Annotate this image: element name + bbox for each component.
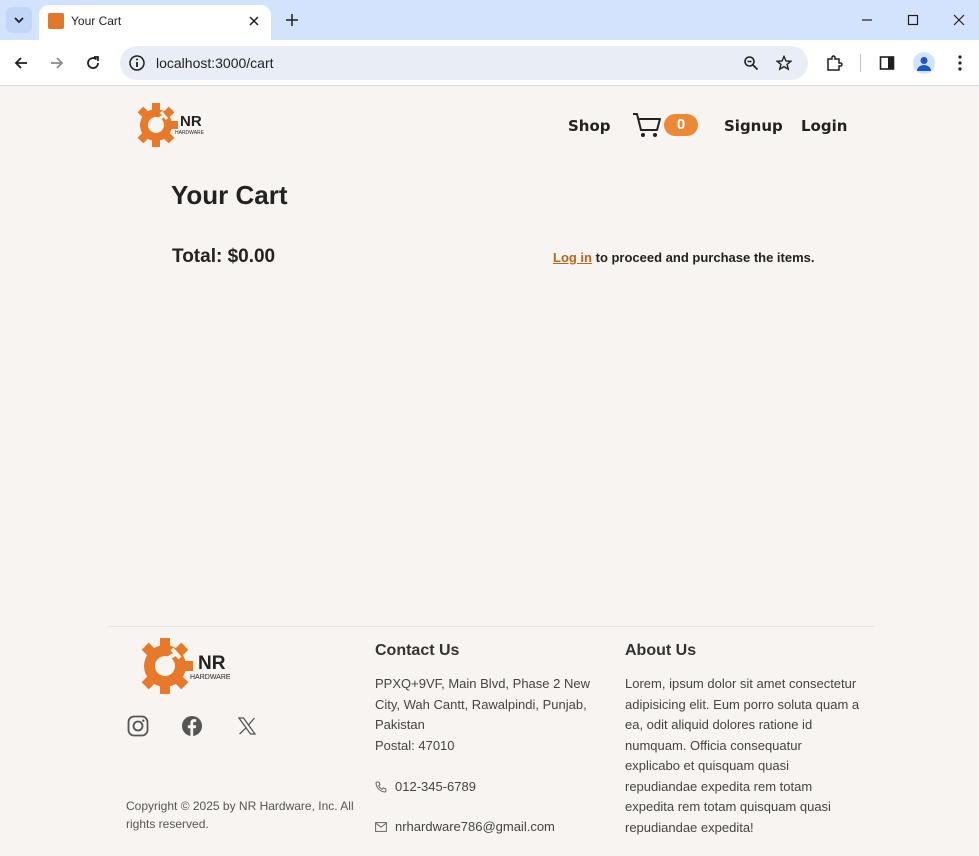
chevron-down-icon: [14, 17, 24, 24]
puzzle-icon: [827, 55, 843, 71]
close-icon: [249, 16, 259, 26]
extensions-button[interactable]: [822, 51, 846, 75]
facebook-icon: [182, 716, 202, 736]
page-title: Your Cart: [171, 180, 288, 210]
profile-avatar[interactable]: [913, 52, 935, 74]
tab-close-button[interactable]: [245, 12, 263, 30]
site-info-icon[interactable]: [128, 54, 146, 72]
forward-button[interactable]: [43, 49, 71, 77]
new-tab-button[interactable]: [280, 8, 304, 32]
about-text: Lorem, ipsum dolor sit amet consectetur …: [625, 676, 860, 835]
login-prompt: Log in to proceed and purchase the items…: [553, 250, 815, 265]
contact-heading: Contact Us: [375, 642, 460, 659]
login-prompt-text: to proceed and purchase the items.: [592, 250, 815, 265]
footer-divider: [108, 626, 875, 627]
url-text: localhost:3000/cart: [156, 55, 274, 71]
nav-signup-link[interactable]: Signup: [724, 117, 783, 135]
address-bar[interactable]: localhost:3000/cart: [120, 46, 808, 80]
back-button[interactable]: [7, 49, 35, 77]
email-text: nrhardware786@gmail.com: [395, 819, 555, 834]
logo-brand-text: NR: [180, 113, 202, 130]
about-heading: About Us: [625, 642, 697, 659]
tab-search-button[interactable]: [6, 7, 32, 33]
page-content: NR HARDWARE Shop 0 Signup Login Your Car…: [0, 87, 979, 856]
arrow-right-icon: [51, 57, 64, 69]
footer-logo-sub-text: HARDWARE: [190, 674, 231, 681]
footer-logo-brand-text: NR: [198, 653, 226, 674]
reload-icon: [87, 56, 99, 69]
instagram-icon: [127, 715, 149, 737]
nr-hardware-logo[interactable]: NR HARDWARE: [128, 95, 216, 153]
nav-shop-link[interactable]: Shop: [568, 117, 611, 135]
side-panel-button[interactable]: [875, 51, 899, 75]
cart-count-badge[interactable]: 0: [664, 114, 698, 136]
browser-toolbar: localhost:3000/cart: [0, 40, 979, 86]
logo-sub-text: HARDWARE: [175, 130, 205, 136]
x-icon: [237, 717, 257, 735]
browser-tabstrip: Your Cart: [0, 0, 979, 40]
star-icon: [776, 55, 792, 71]
mail-icon: [375, 821, 387, 833]
close-window-button[interactable]: [945, 8, 973, 32]
login-link[interactable]: Log in: [553, 250, 592, 265]
maximize-button[interactable]: [899, 8, 927, 32]
instagram-link[interactable]: [126, 714, 150, 738]
copyright-text: Copyright © 2025 by NR Hardware, Inc. Al…: [126, 799, 354, 831]
postal-text: Postal: 47010: [375, 737, 455, 753]
tab-title: Your Cart: [71, 14, 122, 28]
maximize-icon: [907, 14, 919, 26]
site-favicon-icon: [48, 13, 64, 29]
phone-text: 012-345-6789: [395, 779, 476, 794]
email-line[interactable]: nrhardware786@gmail.com: [375, 819, 555, 834]
zoom-icon: [744, 56, 759, 71]
browser-menu-button[interactable]: [948, 51, 972, 75]
footer-logo[interactable]: NR HARDWARE: [130, 632, 244, 704]
minimize-icon: [862, 19, 872, 21]
nav-login-link[interactable]: Login: [801, 117, 847, 135]
more-vert-icon: [958, 55, 962, 71]
cart-icon[interactable]: [632, 111, 662, 139]
cart-total: Total: $0.00: [172, 246, 276, 267]
bookmark-button[interactable]: [774, 53, 794, 73]
browser-tab-active[interactable]: Your Cart: [39, 5, 271, 40]
address-text: PPXQ+9VF, Main Blvd, Phase 2 New City, W…: [375, 676, 590, 732]
toolbar-divider: [860, 54, 861, 72]
phone-line[interactable]: 012-345-6789: [375, 779, 476, 794]
side-panel-icon: [879, 56, 895, 70]
x-twitter-link[interactable]: [235, 714, 259, 738]
zoom-button[interactable]: [741, 53, 761, 73]
address-block: PPXQ+9VF, Main Blvd, Phase 2 New City, W…: [375, 674, 600, 756]
minimize-button[interactable]: [853, 8, 881, 32]
facebook-link[interactable]: [180, 714, 204, 738]
plus-icon: [286, 14, 298, 26]
close-icon: [953, 14, 965, 26]
reload-button[interactable]: [79, 49, 107, 77]
person-icon: [917, 57, 931, 71]
phone-icon: [375, 780, 387, 793]
arrow-left-icon: [14, 57, 27, 69]
